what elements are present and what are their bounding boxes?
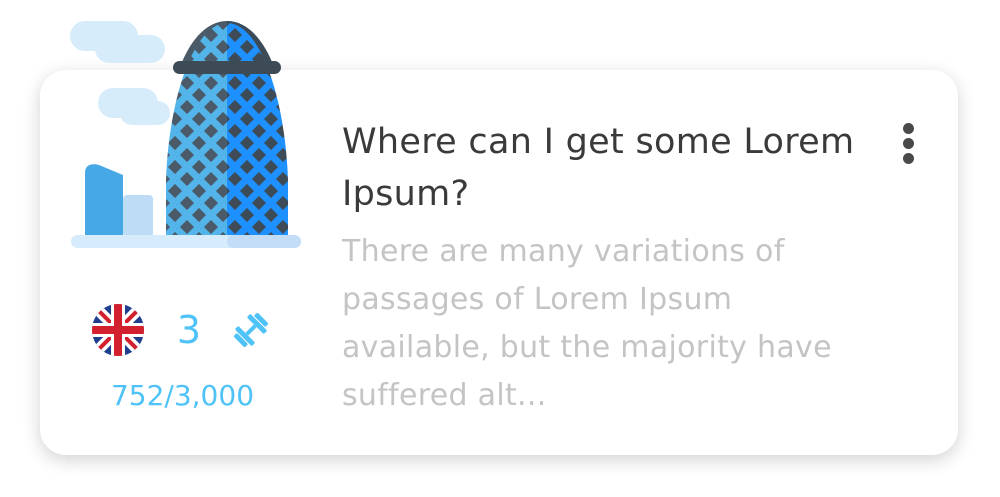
lesson-title: Where can I get some Lorem Ipsum? <box>342 122 855 214</box>
more-options-button[interactable] <box>890 120 928 168</box>
progress-count: 752/3,000 <box>110 379 255 412</box>
dumbbell-icon <box>233 312 269 348</box>
gherkin-skyscraper-icon <box>70 21 301 248</box>
lesson-description: There are many variations of passages of… <box>342 234 832 413</box>
uk-flag-icon <box>92 304 144 356</box>
level-number: 3 <box>176 308 202 352</box>
